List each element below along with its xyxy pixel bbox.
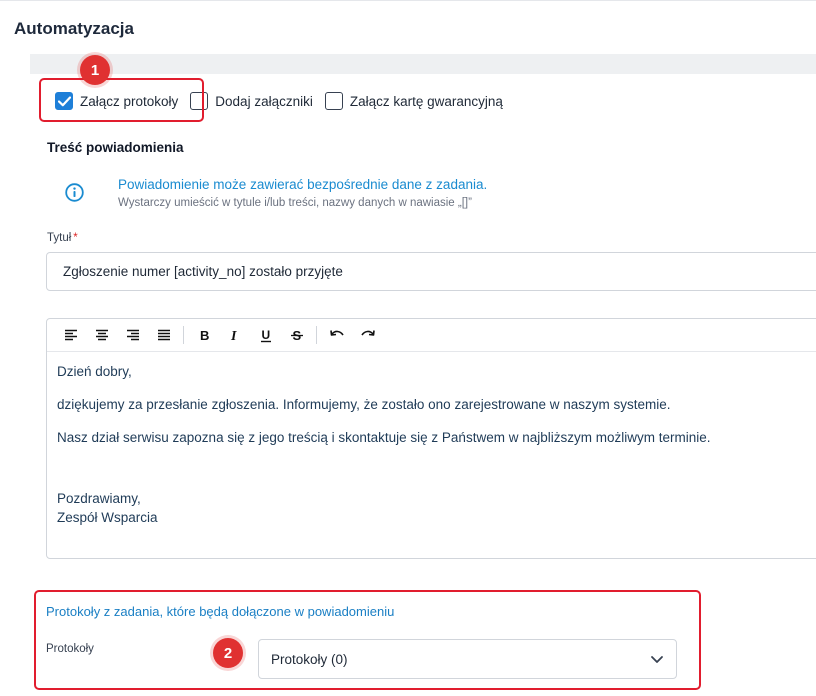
editor-signature-line: Zespół Wsparcia — [57, 510, 158, 525]
svg-text:I: I — [230, 329, 237, 342]
info-subtitle: Wystarczy umieścić w tytule i/lub treści… — [118, 197, 472, 209]
editor-content[interactable]: Dzień dobry, dziękujemy za przesłanie zg… — [47, 352, 816, 537]
checkbox-unchecked-icon[interactable] — [324, 92, 343, 110]
bold-icon[interactable]: B — [188, 323, 219, 347]
editor-paragraph: dziękujemy za przesłanie zgłoszenia. Inf… — [57, 397, 671, 412]
toolbar-separator — [316, 326, 317, 344]
editor-paragraph: Nasz dział serwisu zapozna się z jego tr… — [57, 430, 711, 445]
svg-text:U: U — [261, 328, 270, 342]
strikethrough-icon[interactable]: S — [281, 323, 312, 347]
underline-icon[interactable]: U — [250, 323, 281, 347]
required-mark: * — [73, 232, 78, 244]
svg-text:B: B — [200, 328, 209, 342]
title-input[interactable]: Zgłoszenie numer [activity_no] zostało p… — [46, 252, 816, 291]
protocols-section-title: Protokoły z zadania, które będą dołączon… — [46, 604, 395, 619]
marker-1: 1 — [80, 55, 110, 85]
align-center-icon[interactable] — [86, 323, 117, 347]
protocols-select[interactable]: Protokoły (0) — [258, 639, 677, 679]
editor-paragraph: Dzień dobry, — [57, 364, 132, 379]
italic-icon[interactable]: I — [219, 323, 250, 347]
undo-icon[interactable] — [321, 323, 352, 347]
checkbox-label: Dodaj załączniki — [215, 93, 313, 109]
protocols-select-value: Protokoły (0) — [271, 651, 348, 667]
protocols-label: Protokoły — [46, 643, 94, 655]
checkbox-add-attachments[interactable]: Dodaj załączniki — [190, 92, 313, 110]
page-title: Automatyzacja — [14, 19, 134, 38]
title-label-text: Tytuł — [47, 232, 72, 244]
align-left-icon[interactable] — [55, 323, 86, 347]
chevron-down-icon — [650, 652, 664, 667]
section-header-band — [30, 54, 816, 74]
editor-toolbar: B I U S — [47, 319, 816, 352]
marker-2: 2 — [213, 638, 243, 668]
title-label: Tytuł * — [47, 232, 78, 244]
checkbox-attach-warranty-card[interactable]: Załącz kartę gwarancyjną — [324, 92, 503, 110]
editor-spacer — [57, 461, 816, 489]
checkbox-label: Załącz kartę gwarancyjną — [349, 93, 503, 109]
align-justify-icon[interactable] — [148, 323, 179, 347]
info-title: Powiadomienie może zawierać bezpośrednie… — [118, 177, 488, 192]
section-heading: Treść powiadomienia — [47, 140, 184, 155]
editor-signature-line: Pozdrawiamy, — [57, 491, 141, 506]
top-divider — [0, 0, 816, 1]
highlight-box-1 — [39, 78, 204, 122]
info-icon — [65, 183, 84, 207]
align-right-icon[interactable] — [117, 323, 148, 347]
rich-text-editor: B I U S Dzień dobry, dziękujemy za przes… — [46, 318, 816, 559]
redo-icon[interactable] — [352, 323, 383, 347]
toolbar-separator — [183, 326, 184, 344]
